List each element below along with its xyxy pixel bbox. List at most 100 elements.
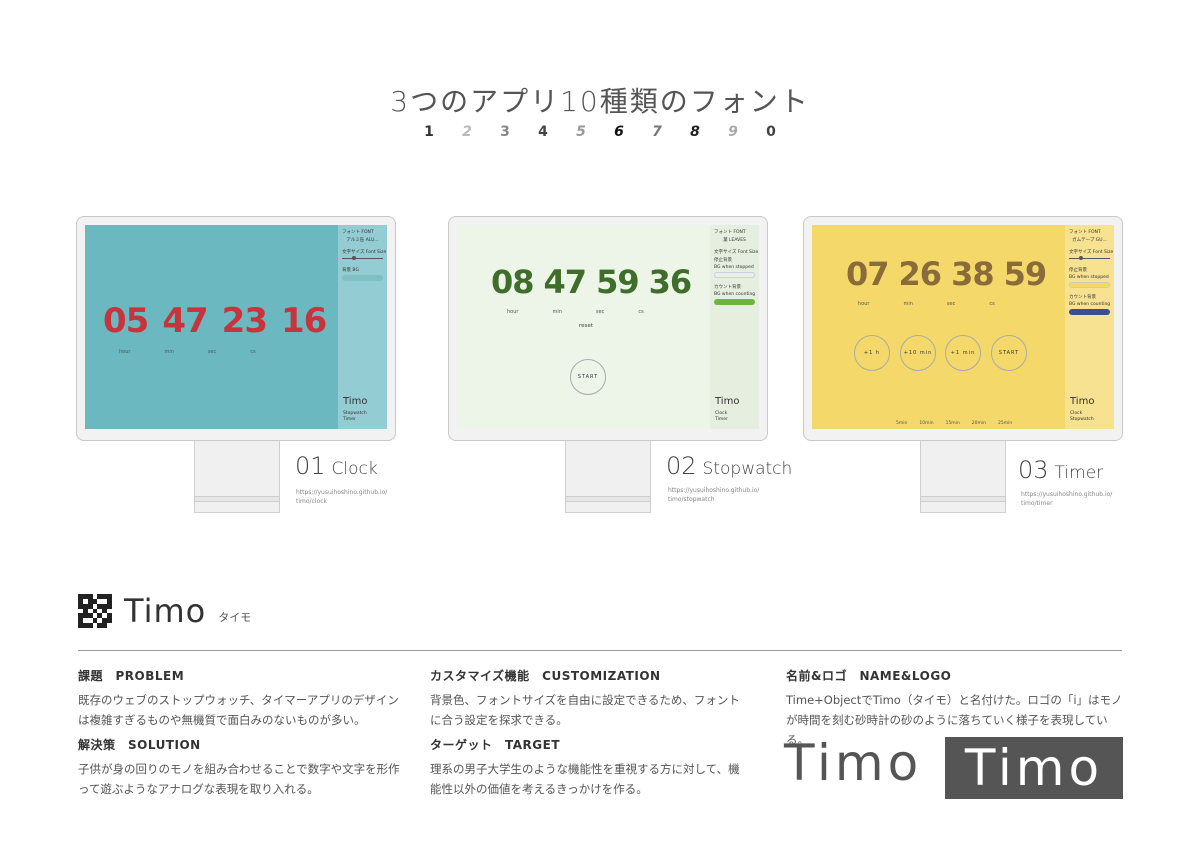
timo-logo-small: Timo (124, 592, 207, 630)
unit-label: hour (119, 349, 131, 355)
section-solution: 解決策 SOLUTION 子供が身の回りのモノを組み合わせることで数字や文字を形… (78, 736, 408, 799)
stop-bg-label-en: BG when stopped (1069, 275, 1109, 280)
font-size-slider[interactable] (1069, 256, 1110, 260)
time-hour: 05 (103, 301, 149, 341)
font-label: フォント FONT (342, 230, 374, 235)
font-size-label: 文字サイズ Font Size (714, 250, 759, 255)
stopwatch-display: 08 47 59 36 hour min sec cs reset START (457, 225, 710, 429)
section-title: ターゲット TARGET (430, 738, 561, 752)
font-label: フォント FONT (714, 230, 746, 235)
bg-color-picker[interactable] (342, 275, 383, 281)
stopwatch-screen: 08 47 59 36 hour min sec cs reset START … (457, 225, 759, 429)
time-hour: 07 (846, 255, 890, 293)
monitor-stand (565, 441, 651, 513)
preset-5min[interactable]: 5min (896, 421, 907, 426)
unit-label: sec (207, 349, 217, 355)
unit-label: cs (638, 309, 644, 315)
clock-screen: 05 47 23 16 hour min sec cs フォント FONT アル… (85, 225, 387, 429)
time-sec: 59 (596, 263, 640, 301)
section-text: 背景色、フォントサイズを自由に設定できるため、フォントに合う設定を探求できる。 (430, 693, 740, 727)
time-hour: 08 (491, 263, 535, 301)
digit-sample: 5 (576, 124, 586, 140)
caption-stopwatch: 02 Stopwatch (666, 452, 793, 480)
start-button[interactable]: START (570, 359, 606, 395)
preset-25min[interactable]: 25min (998, 421, 1012, 426)
font-select[interactable]: ガムテープ GU... (1069, 237, 1110, 243)
url-clock[interactable]: https://yusuihoshino.github.io/timo/cloc… (296, 488, 387, 506)
monitor-stand (920, 441, 1006, 513)
add-1min-button[interactable]: +1 min (945, 335, 981, 371)
qr-code[interactable] (78, 594, 112, 628)
add-1h-button[interactable]: +1 h (854, 335, 890, 371)
timer-time: 07 26 38 59 (846, 255, 1047, 293)
clock-time: 05 47 23 16 (103, 301, 327, 341)
timo-logo-kana: タイモ (218, 611, 252, 624)
stop-bg-color-picker[interactable] (714, 272, 755, 278)
font-size-slider[interactable] (342, 256, 383, 260)
url-timer[interactable]: https://yusuihoshino.github.io/timo/time… (1021, 490, 1112, 508)
caption-timer: 03 Timer (1018, 456, 1104, 484)
preset-20min[interactable]: 20min (972, 421, 986, 426)
count-bg-label: カウント背景 (714, 285, 741, 290)
digit-sample: 2 (462, 124, 472, 140)
stopwatch-time: 08 47 59 36 (491, 263, 693, 301)
preset-list: 5min 10min 15min 20min 25min (896, 421, 1012, 426)
stopwatch-units: hour min sec cs (507, 309, 644, 315)
clock-settings-panel: フォント FONT アルミ缶 ALU... 文字サイズ Font Size 背景… (338, 225, 387, 429)
section-title: 課題 PROBLEM (78, 669, 185, 683)
preset-15min[interactable]: 15min (946, 421, 960, 426)
section-text: 既存のウェブのストップウォッチ、タイマーアプリのデザインは複雑すぎるものや無機質… (78, 693, 399, 727)
font-size-label: 文字サイズ Font Size (1069, 250, 1114, 255)
unit-label: min (552, 309, 562, 315)
reset-button[interactable]: reset (579, 323, 593, 329)
digit-sample: 8 (690, 124, 700, 140)
timer-settings-panel: フォント FONT ガムテープ GU... 文字サイズ Font Size 停止… (1065, 225, 1114, 429)
preset-10min[interactable]: 10min (919, 421, 933, 426)
clock-display: 05 47 23 16 hour min sec cs (85, 225, 338, 429)
count-bg-color-picker[interactable] (714, 299, 755, 305)
start-button[interactable]: START (991, 335, 1027, 371)
time-sec: 23 (221, 301, 268, 341)
count-bg-color-picker[interactable] (1069, 309, 1110, 315)
unit-label: hour (858, 301, 870, 307)
monitor-foot (920, 496, 1006, 502)
brand-row: Timo タイモ (78, 592, 251, 630)
time-cs: 16 (280, 301, 327, 341)
link-timer[interactable]: Timer (715, 417, 728, 423)
section-problem: 課題 PROBLEM 既存のウェブのストップウォッチ、タイマーアプリのデザインは… (78, 667, 408, 730)
font-select[interactable]: 葉 LEAVES (714, 237, 755, 243)
digit-sample: 7 (652, 124, 662, 140)
unit-label: min (903, 301, 913, 307)
section-divider (78, 650, 1122, 651)
font-select[interactable]: アルミ缶 ALU... (342, 237, 383, 243)
stop-bg-color-picker[interactable] (1069, 282, 1110, 288)
section-title: カスタマイズ機能 CUSTOMIZATION (430, 669, 661, 683)
section-target: ターゲット TARGET 理系の男子大学生のような機能性を重視する方に対して、機… (430, 736, 750, 799)
stop-bg-label-en: BG when stopped (714, 265, 754, 270)
section-customization: カスタマイズ機能 CUSTOMIZATION 背景色、フォントサイズを自由に設定… (430, 667, 750, 730)
timo-logo-dark: Timo (945, 737, 1123, 799)
unit-label: cs (250, 349, 256, 355)
time-sec: 38 (951, 255, 995, 293)
stopwatch-settings-panel: フォント FONT 葉 LEAVES 文字サイズ Font Size 停止背景 … (710, 225, 759, 429)
font-size-label: 文字サイズ Font Size (342, 250, 387, 255)
section-text: 理系の男子大学生のような機能性を重視する方に対して、機能性以外の価値を考えるきっ… (430, 762, 740, 796)
digit-sample: 1 (424, 124, 434, 140)
section-text: 子供が身の回りのモノを組み合わせることで数字や文字を形作って遊ぶようなアナログな… (78, 762, 400, 796)
timer-screen: 07 26 38 59 hour min sec cs +1 h +10 min… (812, 225, 1114, 429)
time-cs: 36 (648, 263, 693, 301)
stop-bg-label: 停止背景 (1069, 268, 1087, 273)
count-bg-label-en: BG when counting (1069, 302, 1111, 307)
monitor-foot (194, 496, 280, 502)
unit-label: sec (946, 301, 956, 307)
digit-sample: 9 (728, 124, 738, 140)
link-stopwatch[interactable]: Stopwatch (1070, 417, 1094, 423)
url-stopwatch[interactable]: https://yusuihoshino.github.io/timo/stop… (668, 486, 759, 504)
timer-display: 07 26 38 59 hour min sec cs +1 h +10 min… (812, 225, 1065, 429)
caption-clock: 01 Clock (295, 452, 378, 480)
link-timer[interactable]: Timer (343, 417, 367, 423)
add-10min-button[interactable]: +10 min (900, 335, 936, 371)
monitor-foot (565, 496, 651, 502)
monitor-stand (194, 441, 280, 513)
digit-sample: 0 (766, 124, 776, 140)
